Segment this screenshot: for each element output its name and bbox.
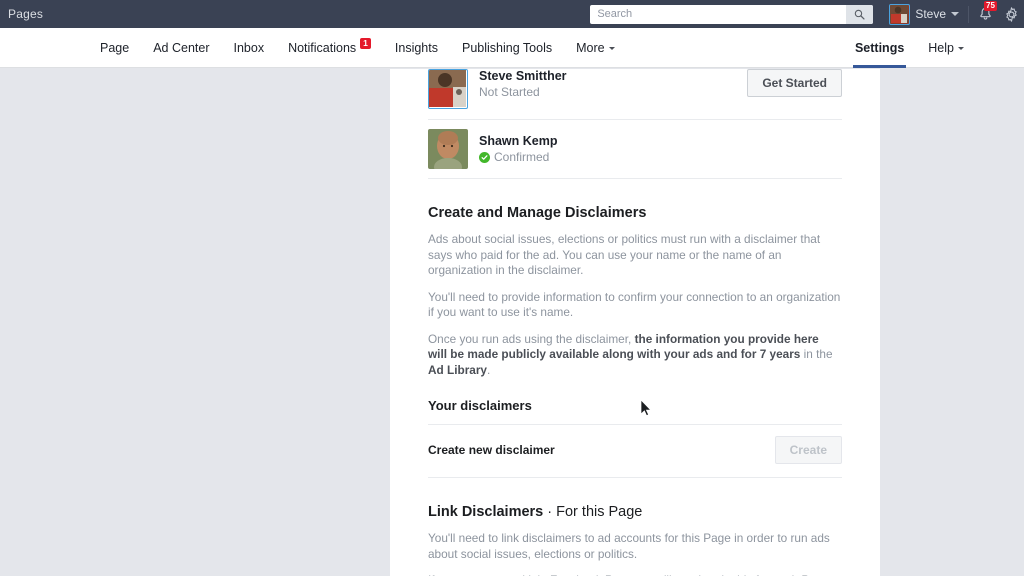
notifications-button[interactable]: 75 xyxy=(972,0,998,28)
person-name: Steve Smitther xyxy=(479,69,567,83)
your-disclaimers-heading: Your disclaimers xyxy=(428,398,842,425)
person-row: Steve Smitther Not Started Get Started xyxy=(428,69,842,120)
nav-items-left: Page Ad Center Inbox Notifications 1 Ins… xyxy=(88,28,627,67)
ad-library-link[interactable]: Ad Library xyxy=(428,363,487,377)
nav-item-insights[interactable]: Insights xyxy=(383,28,450,67)
para3-end: . xyxy=(487,362,491,377)
nav-item-settings[interactable]: Settings xyxy=(843,28,916,68)
top-bar: Pages Steve xyxy=(0,0,1024,28)
disclaimers-paragraph-3: Once you run ads using the disclaimer, t… xyxy=(428,332,841,379)
nav-label: Ad Center xyxy=(153,40,210,55)
disclaimers-heading: Create and Manage Disclaimers xyxy=(428,205,647,221)
nav-items-right: Settings Help xyxy=(843,28,976,68)
nav-label: Inbox xyxy=(233,40,265,55)
person-status-label: Confirmed xyxy=(494,149,550,164)
nav-item-ad-center[interactable]: Ad Center xyxy=(141,28,221,67)
top-bar-right-group: Steve 75 xyxy=(590,0,1024,28)
link-disclaimers-paragraph-1: You'll need to link disclaimers to ad ac… xyxy=(428,531,830,561)
disclaimers-paragraph-2: You'll need to provide information to co… xyxy=(428,289,841,320)
create-disclaimer-label: Create new disclaimer xyxy=(428,442,555,457)
para3-mid: in the xyxy=(800,347,833,361)
nav-item-inbox[interactable]: Inbox xyxy=(221,28,276,67)
para3-lead: Once you run ads using the disclaimer, xyxy=(428,331,635,346)
search-input[interactable] xyxy=(590,5,841,23)
check-circle-icon xyxy=(479,151,490,163)
nav-item-publishing-tools[interactable]: Publishing Tools xyxy=(450,28,564,67)
nav-item-more[interactable]: More xyxy=(564,28,626,67)
settings-gear-button[interactable] xyxy=(998,0,1024,28)
create-button[interactable]: Create xyxy=(774,436,842,464)
nav-item-notifications[interactable]: Notifications 1 xyxy=(276,28,383,67)
nav-item-page[interactable]: Page xyxy=(88,28,141,67)
person-info: Steve Smitther Not Started xyxy=(479,69,747,100)
disclaimers-paragraph-1: Ads about social issues, elections or po… xyxy=(428,232,821,277)
settings-content-panel: Steve Smitther Not Started Get Started S… xyxy=(390,69,880,576)
nav-label: Help xyxy=(928,40,954,55)
search-icon[interactable] xyxy=(846,4,874,24)
create-disclaimer-row: Create new disclaimer Create xyxy=(428,425,842,478)
create-disclaimer-text: Create new disclaimer xyxy=(428,443,775,458)
avatar xyxy=(428,69,468,109)
nav-label: Notifications xyxy=(288,40,357,55)
person-status-label: Not Started xyxy=(479,85,540,99)
nav-item-help[interactable]: Help xyxy=(916,28,976,67)
chevron-down-icon xyxy=(951,12,959,16)
account-name: Steve xyxy=(915,7,946,21)
search-box[interactable] xyxy=(590,4,874,24)
page-background: Steve Smitther Not Started Get Started S… xyxy=(0,69,1024,576)
person-info: Shawn Kemp Confirmed xyxy=(479,134,842,165)
link-disclaimers-heading: Link Disclaimers · For this Page xyxy=(428,504,842,520)
nav-label: Publishing Tools xyxy=(462,40,553,55)
nav-notifications-badge: 1 xyxy=(360,38,371,49)
gear-icon xyxy=(1005,6,1017,22)
avatar xyxy=(428,129,468,169)
nav-label: Settings xyxy=(854,40,905,55)
link-disclaimers-subtitle: · For this Page xyxy=(543,504,643,520)
person-status: Confirmed xyxy=(479,150,842,165)
person-status: Not Started xyxy=(479,85,747,100)
notification-badge: 75 xyxy=(984,1,997,11)
nav-label: More xyxy=(576,40,605,55)
chevron-down-icon xyxy=(958,47,964,50)
divider xyxy=(968,5,969,23)
person-name: Shawn Kemp xyxy=(479,133,558,148)
nav-label: Insights xyxy=(394,40,438,55)
account-menu[interactable]: Steve xyxy=(883,0,965,28)
chevron-down-icon xyxy=(608,47,615,50)
brand-label: Pages xyxy=(8,7,44,21)
page-nav-bar: Page Ad Center Inbox Notifications 1 Ins… xyxy=(0,28,1024,68)
get-started-button[interactable]: Get Started xyxy=(747,69,842,97)
avatar xyxy=(889,3,911,25)
link-disclaimers-title: Link Disclaimers xyxy=(428,504,544,520)
nav-label: Page xyxy=(100,40,130,55)
person-row: Shawn Kemp Confirmed xyxy=(428,120,842,179)
